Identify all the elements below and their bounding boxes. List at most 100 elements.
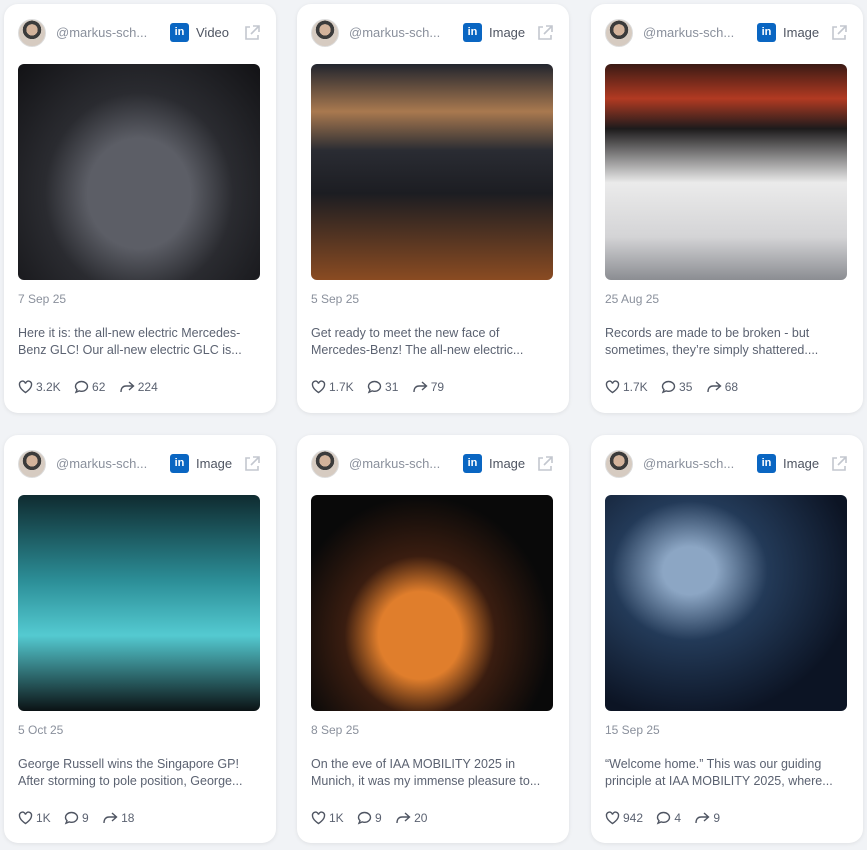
avatar[interactable] [18,450,46,478]
post-image[interactable] [605,64,847,280]
post-card[interactable]: @markus-sch... in Image 25 Aug 25 Record… [591,4,863,413]
comments-stat: 31 [367,379,398,394]
post-image[interactable] [18,64,260,280]
post-image[interactable] [311,64,553,280]
share-icon [120,381,135,393]
shares-count: 79 [430,380,445,395]
shares-count: 68 [724,380,739,395]
likes-stat: 1.7K [311,379,354,394]
post-stats: 1K 9 20 [311,810,437,826]
comments-stat: 35 [661,379,692,394]
comment-icon [74,381,89,394]
author-handle[interactable]: @markus-sch... [349,25,453,40]
avatar[interactable] [605,450,633,478]
post-date: 15 Sep 25 [605,723,660,737]
external-link-icon[interactable] [536,455,554,473]
author-handle[interactable]: @markus-sch... [349,456,453,471]
linkedin-icon: in [757,23,776,42]
heart-icon [18,811,33,825]
shares-stat: 18 [102,810,134,825]
comments-count: 9 [375,811,382,826]
linkedin-icon: in [757,454,776,473]
external-link-icon[interactable] [830,24,848,42]
shares-count: 18 [121,811,135,826]
post-card[interactable]: @markus-sch... in Image 8 Sep 25 On the … [297,435,569,843]
avatar[interactable] [311,450,339,478]
post-card[interactable]: @markus-sch... in Image 5 Sep 25 Get rea… [297,4,569,413]
linkedin-icon: in [463,454,482,473]
post-card[interactable]: @markus-sch... in Video 7 Sep 25 Here it… [4,4,276,413]
external-link-icon[interactable] [243,24,261,42]
post-type-label: Image [196,456,233,471]
likes-stat: 3.2K [18,379,61,394]
linkedin-icon: in [170,23,189,42]
linkedin-icon: in [170,454,189,473]
post-header: @markus-sch... in Image [311,450,555,478]
post-text: On the eve of IAA MOBILITY 2025 in Munic… [311,757,541,788]
external-link-icon[interactable] [243,455,261,473]
post-date: 8 Sep 25 [311,723,360,737]
post-header: @markus-sch... in Video [18,19,262,47]
comments-count: 9 [82,811,89,826]
avatar[interactable] [18,19,46,47]
linkedin-icon: in [463,23,482,42]
comment-icon [64,812,79,825]
comment-icon [367,381,382,394]
author-handle[interactable]: @markus-sch... [643,456,747,471]
post-image[interactable] [605,495,847,711]
likes-stat: 1K [311,810,344,825]
post-date: 5 Oct 25 [18,723,64,737]
comments-stat: 62 [74,379,105,394]
post-text: Get ready to meet the new face of Merced… [311,326,524,357]
post-stats: 942 4 9 [605,810,730,826]
comment-icon [661,381,676,394]
post-text: George Russell wins the Singapore GP! Af… [18,757,243,788]
post-card[interactable]: @markus-sch... in Image 5 Oct 25 George … [4,435,276,843]
likes-stat: 1.7K [605,379,648,394]
post-text: “Welcome home.” This was our guiding pri… [605,757,833,788]
post-stats: 3.2K 62 224 [18,379,168,395]
external-link-icon[interactable] [536,24,554,42]
post-stats: 1.7K 35 68 [605,379,748,395]
comments-stat: 9 [357,810,382,825]
share-icon [695,812,710,824]
external-link-icon[interactable] [830,455,848,473]
post-date: 7 Sep 25 [18,292,67,306]
author-handle[interactable]: @markus-sch... [56,25,160,40]
post-type-label: Image [489,456,526,471]
post-image[interactable] [18,495,260,711]
likes-count: 1.7K [329,380,354,395]
heart-icon [18,380,33,394]
post-date: 25 Aug 25 [605,292,660,306]
author-handle[interactable]: @markus-sch... [643,25,747,40]
share-icon [413,381,428,393]
post-stats: 1.7K 31 79 [311,379,454,395]
shares-count: 224 [137,380,158,395]
post-type-label: Video [196,25,230,40]
post-text: Records are made to be broken - but some… [605,326,819,357]
shares-stat: 224 [119,379,158,394]
heart-icon [605,811,620,825]
likes-count: 3.2K [36,380,61,395]
heart-icon [311,380,326,394]
share-icon [707,381,722,393]
post-stats: 1K 9 18 [18,810,144,826]
posts-grid: @markus-sch... in Video 7 Sep 25 Here it… [0,0,867,850]
author-handle[interactable]: @markus-sch... [56,456,160,471]
comments-count: 62 [92,380,106,395]
post-card[interactable]: @markus-sch... in Image 15 Sep 25 “Welco… [591,435,863,843]
heart-icon [605,380,620,394]
post-image[interactable] [311,495,553,711]
post-header: @markus-sch... in Image [18,450,262,478]
avatar[interactable] [605,19,633,47]
share-icon [103,812,118,824]
avatar[interactable] [311,19,339,47]
comments-stat: 4 [656,810,681,825]
shares-stat: 9 [694,810,720,825]
heart-icon [311,811,326,825]
likes-count: 942 [623,811,644,826]
comment-icon [357,812,372,825]
post-type-label: Image [783,456,820,471]
likes-stat: 942 [605,810,643,825]
shares-stat: 20 [395,810,427,825]
